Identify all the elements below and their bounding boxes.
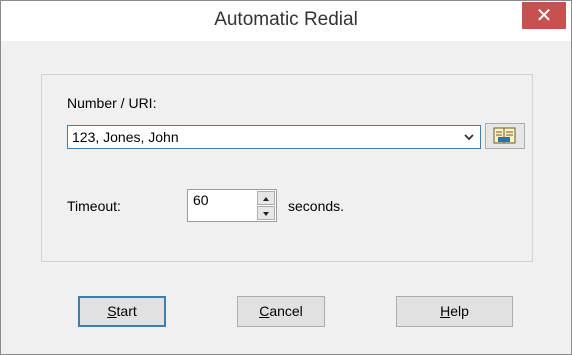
cancel-mnemonic: C [259,303,270,319]
start-label: tart [116,303,137,319]
triangle-down-icon [263,212,269,216]
number-uri-value: 123, Jones, John [72,129,179,145]
chevron-down-icon[interactable] [460,127,478,147]
cancel-label: ancel [269,303,303,319]
spin-up-button[interactable] [257,191,275,205]
timeout-unit-label: seconds. [288,198,345,214]
cancel-button[interactable]: Cancel [237,296,325,327]
triangle-up-icon [263,197,269,201]
close-icon: ✕ [535,3,553,27]
help-mnemonic: H [440,303,451,319]
spin-down-button[interactable] [257,206,275,220]
address-book-button[interactable] [485,123,525,149]
window-title: Automatic Redial [214,9,358,30]
start-button[interactable]: Start [78,296,166,327]
redial-settings-group: Number / URI: 123, Jones, John Timeout: … [41,74,533,262]
timeout-value: 60 [193,192,209,208]
help-button[interactable]: Help [396,296,513,327]
title-bar: Automatic Redial ✕ [1,1,571,41]
close-button[interactable]: ✕ [522,2,566,29]
timeout-spinbox[interactable]: 60 [187,189,277,222]
start-mnemonic: S [107,303,117,319]
timeout-spin-buttons [257,191,275,220]
number-uri-label: Number / URI: [67,95,157,111]
number-uri-combobox[interactable]: 123, Jones, John [67,125,481,149]
help-label: elp [450,303,469,319]
address-book-icon [485,123,525,149]
timeout-label: Timeout: [67,198,121,214]
automatic-redial-dialog: Automatic Redial ✕ Number / URI: 123, Jo… [0,0,572,355]
